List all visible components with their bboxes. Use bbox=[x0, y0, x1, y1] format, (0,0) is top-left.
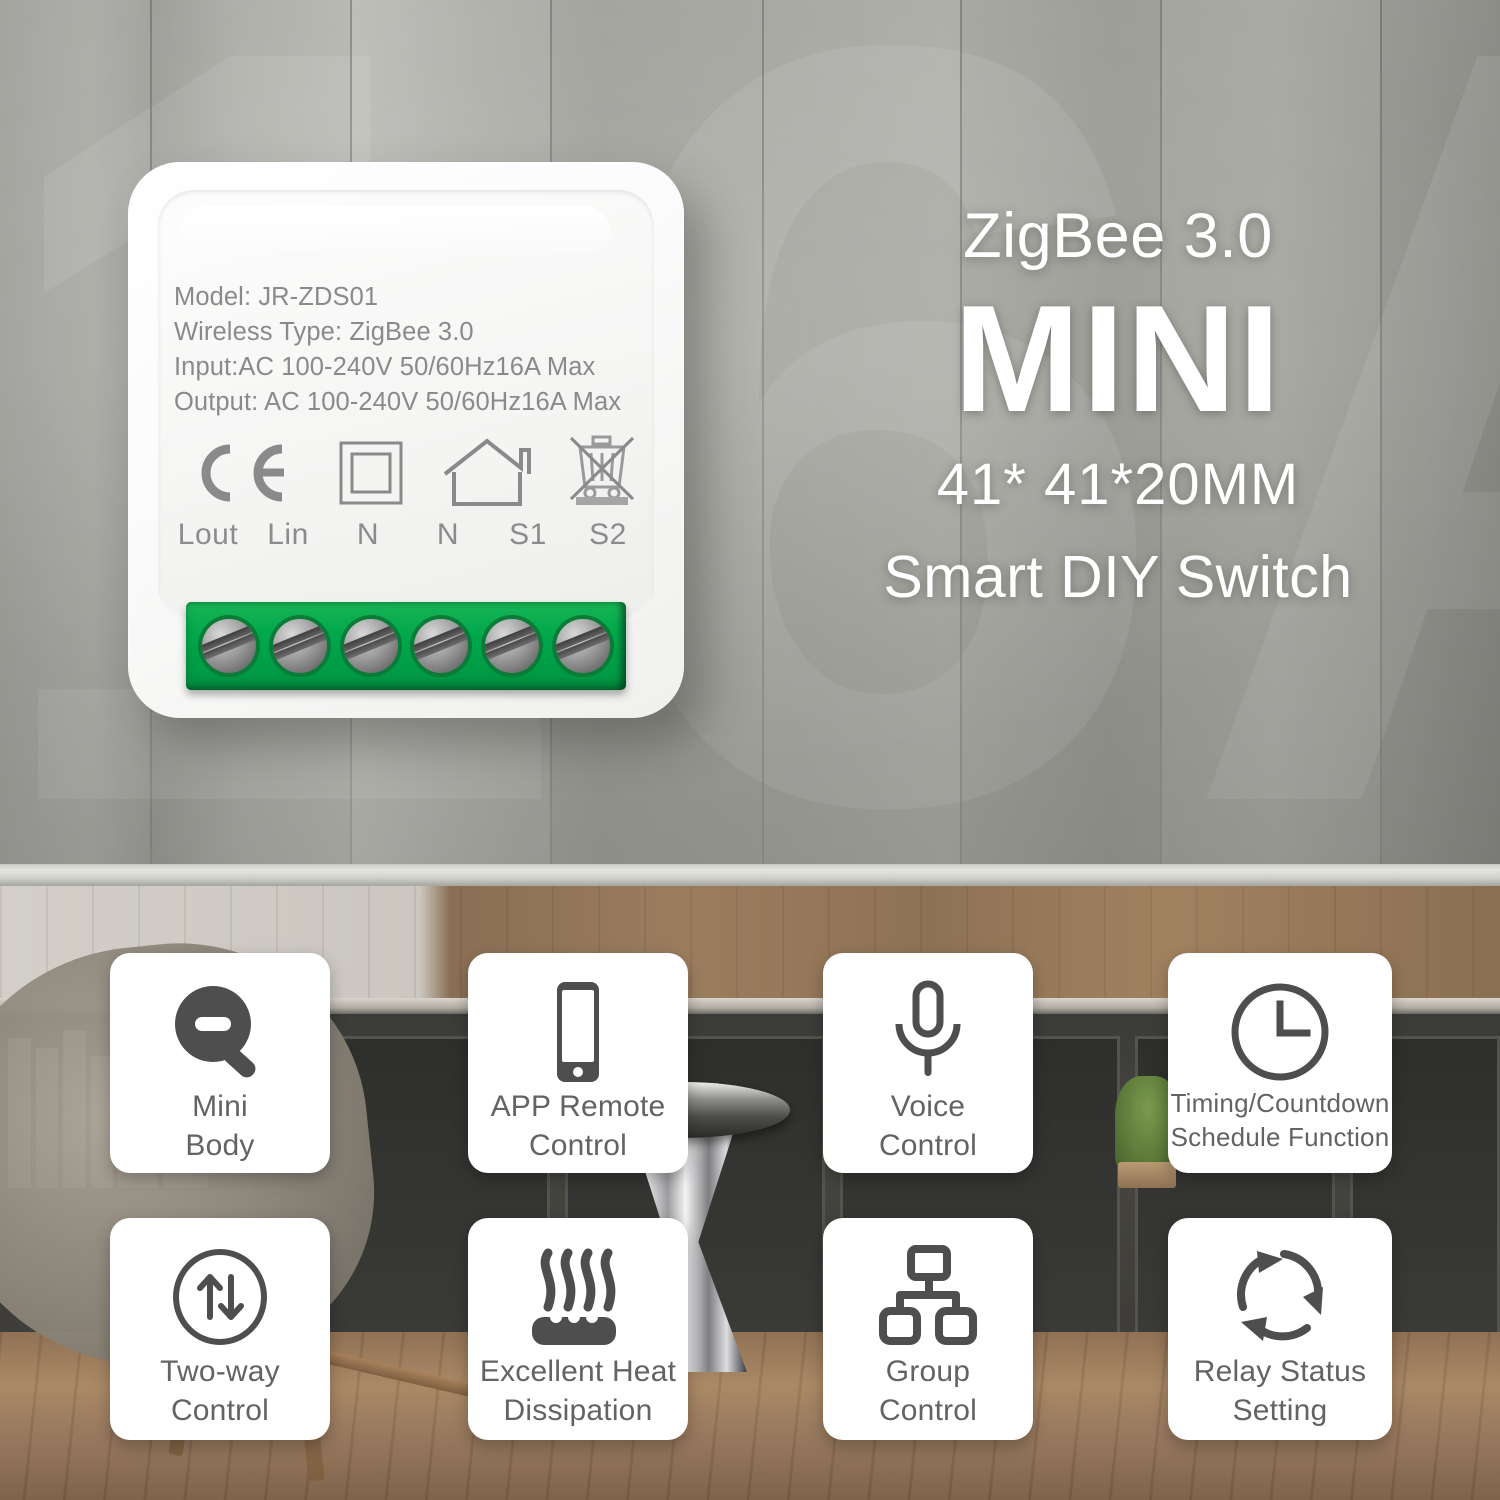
feature-label: Mini Body bbox=[185, 1087, 254, 1165]
feature-card-relay-status-setting[interactable]: Relay Status Setting bbox=[1168, 1218, 1392, 1440]
terminal-label: Lout bbox=[177, 518, 239, 551]
headline-block: ZigBee 3.0 MINI 41* 41*20MM Smart DIY Sw… bbox=[808, 198, 1428, 616]
feature-label: Two-way Control bbox=[160, 1352, 280, 1430]
terminal-label-row: Lout Lin N N S1 S2 bbox=[168, 518, 648, 552]
feature-label-line1: Voice bbox=[890, 1090, 966, 1123]
device-spec-label: Model: JR-ZDS01 Wireless Type: ZigBee 3.… bbox=[174, 280, 644, 420]
feature-label: Voice Control bbox=[879, 1087, 977, 1165]
feature-label-line2: Body bbox=[185, 1129, 255, 1162]
product-marketing-image: 16A Model: JR-ZDS01 Wireless Type: ZigBe… bbox=[0, 0, 1500, 1500]
feature-label-line2: Setting bbox=[1232, 1394, 1328, 1427]
feature-label-line1: Two-way bbox=[160, 1355, 280, 1388]
terminal-label: N bbox=[356, 518, 380, 551]
terminal-screw bbox=[272, 619, 327, 673]
headline-subtitle: Smart DIY Switch bbox=[883, 544, 1353, 610]
spec-line-model: Model: JR-ZDS01 bbox=[174, 283, 379, 311]
feature-label-line2: Dissipation bbox=[503, 1394, 653, 1427]
spec-line-wireless: Wireless Type: ZigBee 3.0 bbox=[174, 318, 474, 346]
headline-protocol: ZigBee 3.0 bbox=[963, 201, 1273, 271]
terminal-label: N bbox=[436, 518, 460, 551]
magnifier-minus-icon bbox=[168, 977, 272, 1087]
refresh-cycle-icon bbox=[1227, 1242, 1333, 1352]
headline-title: MINI bbox=[953, 274, 1283, 444]
feature-label-line2: Control bbox=[528, 1129, 628, 1162]
feature-label-line1: Excellent Heat bbox=[479, 1355, 677, 1388]
terminal-screw bbox=[484, 619, 539, 673]
indoor-use-house-icon bbox=[432, 434, 542, 512]
terminal-screw bbox=[202, 619, 257, 673]
clock-icon bbox=[1228, 977, 1332, 1087]
terminal-screw bbox=[555, 619, 610, 673]
feature-label: Timing/Countdown Schedule Function bbox=[1170, 1087, 1389, 1155]
feature-label-line2: Control bbox=[170, 1394, 270, 1427]
feature-label-line1: Mini bbox=[192, 1090, 248, 1123]
heat-waves-icon bbox=[518, 1242, 638, 1352]
feature-card-app-remote-control[interactable]: APP Remote Control bbox=[468, 953, 688, 1173]
feature-card-heat-dissipation[interactable]: Excellent Heat Dissipation bbox=[468, 1218, 688, 1440]
certification-row bbox=[174, 434, 644, 512]
feature-label: Group Control bbox=[879, 1352, 977, 1430]
feature-card-group-control[interactable]: Group Control bbox=[823, 1218, 1033, 1440]
spec-line-output: Output: AC 100-240V 50/60Hz16A Max bbox=[174, 388, 622, 416]
feature-label-line1: Group bbox=[885, 1355, 971, 1388]
headline-dimensions: 41* 41*20MM bbox=[936, 452, 1300, 517]
ce-mark-icon bbox=[182, 434, 302, 512]
terminal-screws bbox=[186, 602, 626, 690]
feature-label-line2: Schedule Function bbox=[1170, 1121, 1390, 1152]
terminal-screw bbox=[414, 619, 469, 673]
device-gloss-highlight bbox=[180, 206, 610, 258]
smart-switch-device: Model: JR-ZDS01 Wireless Type: ZigBee 3.… bbox=[128, 162, 684, 718]
feature-label-line1: APP Remote bbox=[490, 1090, 666, 1123]
feature-label-line2: Control bbox=[878, 1129, 978, 1162]
feature-label-line1: Timing/Countdown bbox=[1170, 1088, 1390, 1118]
network-hierarchy-icon bbox=[875, 1242, 981, 1352]
feature-card-two-way-control[interactable]: Two-way Control bbox=[110, 1218, 330, 1440]
spec-line-input: Input:AC 100-240V 50/60Hz16A Max bbox=[174, 353, 596, 381]
smartphone-icon bbox=[542, 977, 614, 1087]
terminal-label: S2 bbox=[589, 518, 627, 551]
feature-label: APP Remote Control bbox=[491, 1087, 666, 1165]
feature-card-grid: Mini Body APP Remote Control Voice Contr… bbox=[0, 886, 1500, 1500]
terminal-label: Lin bbox=[267, 518, 309, 551]
terminal-block bbox=[186, 602, 626, 690]
two-way-arrows-icon bbox=[168, 1242, 272, 1352]
feature-card-timing-countdown[interactable]: Timing/Countdown Schedule Function bbox=[1168, 953, 1392, 1173]
feature-card-mini-body[interactable]: Mini Body bbox=[110, 953, 330, 1173]
class-two-insulation-icon bbox=[326, 434, 416, 512]
feature-label-line2: Control bbox=[878, 1394, 978, 1427]
feature-card-voice-control[interactable]: Voice Control bbox=[823, 953, 1033, 1173]
terminal-label: S1 bbox=[509, 518, 547, 551]
microphone-icon bbox=[885, 977, 971, 1087]
weee-crossed-bin-icon bbox=[556, 434, 648, 512]
feature-label: Excellent Heat Dissipation bbox=[480, 1352, 676, 1430]
feature-label-line1: Relay Status bbox=[1193, 1355, 1367, 1388]
terminal-screw bbox=[343, 619, 398, 673]
feature-label: Relay Status Setting bbox=[1194, 1352, 1366, 1430]
